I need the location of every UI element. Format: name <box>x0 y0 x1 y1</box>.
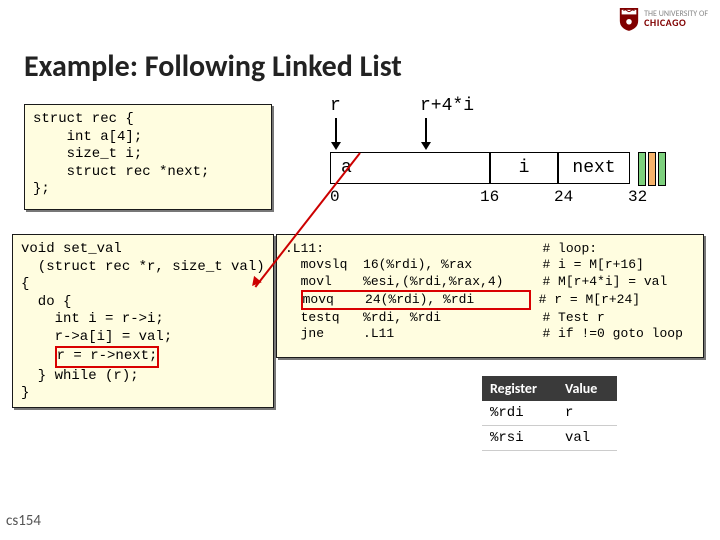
asm-l2: movl %esi,(%rdi,%rax,4) # M[r+4*i] = val <box>285 274 667 289</box>
col-register: Register <box>482 376 557 401</box>
struct-layout-row: a i next <box>330 152 668 184</box>
code-func-post: } while (r); } <box>21 368 139 402</box>
reg-rsi: %rsi <box>482 426 557 451</box>
reg-rdi-val: r <box>557 401 617 426</box>
asm-l3b: # r = M[r+24] <box>539 292 640 307</box>
offset-24: 24 <box>554 188 573 206</box>
code-function: void set_val (struct rec *r, size_t val)… <box>12 234 274 408</box>
trailing-boxes <box>638 152 668 184</box>
col-value: Value <box>557 376 617 401</box>
table-row: %rdi r <box>482 401 617 426</box>
reg-rdi: %rdi <box>482 401 557 426</box>
asm-l4: testq %rdi, %rdi # Test r <box>285 310 605 325</box>
pointer-r4i-label: r+4*i <box>420 96 474 116</box>
pointer-r-label: r <box>330 96 341 116</box>
offset-32: 32 <box>628 188 647 206</box>
logo-line2: CHICAGO <box>644 18 708 29</box>
register-table: Register Value %rdi r %rsi val <box>482 376 617 451</box>
course-footer: cs154 <box>6 512 41 530</box>
asm-l1: movslq 16(%rdi), %rax # i = M[r+16] <box>285 257 644 272</box>
code-struct-def: struct rec { int a[4]; size_t i; struct … <box>24 104 272 210</box>
field-i: i <box>490 152 558 184</box>
asm-l3a <box>285 292 301 307</box>
page-title: Example: Following Linked List <box>24 48 402 85</box>
logo-text: THE UNIVERSITY OF CHICAGO <box>644 10 708 29</box>
uchicago-logo: THE UNIVERSITY OF CHICAGO <box>618 6 708 32</box>
reg-rsi-val: val <box>557 426 617 451</box>
field-next: next <box>558 152 630 184</box>
arrow-r4i <box>425 118 431 150</box>
asm-l3-highlight: movq 24(%rdi), %rdi <box>301 290 531 310</box>
code-func-highlight: r = r->next; <box>55 346 160 368</box>
offset-16: 16 <box>480 188 499 206</box>
asm-l5: jne .L11 # if !=0 goto loop <box>285 326 683 341</box>
memory-layout-diagram: r r+4*i a i next 0 16 24 32 <box>290 96 710 216</box>
asm-l0: .L11: # loop: <box>285 241 597 256</box>
code-assembly: .L11: # loop: movslq 16(%rdi), %rax # i … <box>276 234 704 358</box>
shield-icon <box>618 6 640 32</box>
table-row: %rsi val <box>482 426 617 451</box>
arrow-r <box>335 118 341 150</box>
table-header-row: Register Value <box>482 376 617 401</box>
